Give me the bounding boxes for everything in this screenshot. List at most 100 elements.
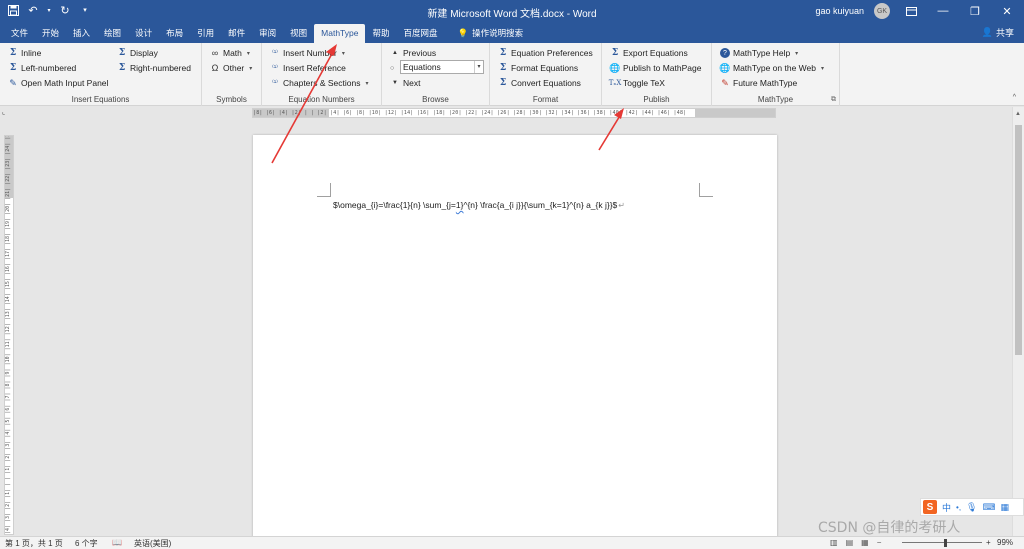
insert-reference-button[interactable]: ⁽¹⁾ Insert Reference [270,61,346,75]
read-mode-icon[interactable]: ▥ [830,538,838,547]
preferences-icon: Σ [499,48,507,58]
watermark: CSDN @自律的考研人 [818,520,961,536]
tab-selector-icon[interactable]: ⌞ [2,108,12,118]
group-label: Equation Numbers [288,95,355,104]
user-name[interactable]: gao kuiyuan [815,6,864,16]
group-publish: Σ Export Equations 🌐 Publish to MathPage T… [602,43,712,106]
collapse-ribbon-icon[interactable]: ^ [1013,94,1016,101]
print-layout-icon[interactable]: ▤ [846,538,854,547]
title-bar: ↶ ▾ ↻ ▾ 新建 Microsoft Word 文档.docx - Word… [0,0,1024,22]
group-equation-numbers: ⁽¹⁾ Insert Number ▾ ⁽¹⁾ Insert Reference ⁽¹… [262,43,382,106]
share-button[interactable]: 👤 共享 [982,26,1014,39]
group-label: Publish [643,95,670,104]
word-count[interactable]: 6 个字 [75,538,98,549]
restore-icon[interactable]: ❐ [964,2,986,20]
equation-preferences-button[interactable]: Σ Equation Preferences [498,46,593,60]
mathtype-on-web-button[interactable]: 🌐 MathType on the Web ▾ [719,61,824,75]
format-equations-button[interactable]: Σ Format Equations [498,61,578,75]
reference-icon: ⁽¹⁾ [272,65,278,72]
dialog-launcher-icon[interactable]: ⧉ [831,96,836,104]
vertical-ruler[interactable]: |4| |3| |2| |1| | | |1| |2| |3| |4| |5| … [4,135,14,535]
convert-equations-button[interactable]: Σ Convert Equations [498,76,581,90]
ribbon-display-options-icon[interactable] [900,2,922,20]
scrollbar-thumb[interactable] [1015,125,1022,355]
tab-3[interactable]: 绘图 [97,24,128,43]
group-mathtype: ? MathType Help ▾ 🌐 MathType on the Web ▾ ✎ F… [712,43,840,106]
group-label: Browse [422,95,449,104]
tab-10[interactable]: MathType [314,24,366,43]
keyboard-icon[interactable]: ⌨ [982,502,995,513]
tab-5[interactable]: 布局 [159,24,190,43]
ime-toolbar[interactable]: S 中 •, 🎙 ⌨ ▦ [920,498,1024,516]
tab-0[interactable]: 文件 [4,24,35,43]
group-insert-equations: Σ Inline Σ Left-numbered ✎ Open Math Input … [0,43,202,106]
proofing-icon[interactable]: 📖 [112,538,122,547]
previous-button[interactable]: ▲ Previous [390,46,436,60]
chapters-sections-button[interactable]: ⁽¹⁾ Chapters & Sections ▾ [270,76,368,90]
tab-9[interactable]: 视图 [283,24,314,43]
export-icon: Σ [611,48,619,58]
zoom-out-icon[interactable]: − [877,538,882,547]
web-layout-icon[interactable]: ▦ [861,538,869,547]
left-numbered-button[interactable]: Σ Left-numbered [8,61,76,75]
toggle-tex-button[interactable]: TₓX Toggle TeX [609,76,665,90]
zoom-in-icon[interactable]: + [986,538,991,547]
math-symbols-button[interactable]: ∞ Math ▾ [210,46,250,60]
close-icon[interactable]: ✕ [996,2,1018,20]
down-arrow-icon: ▼ [392,80,398,86]
other-symbols-button[interactable]: Ω Other ▾ [210,61,253,75]
zoom-slider-knob[interactable] [944,539,947,547]
tab-4[interactable]: 设计 [128,24,159,43]
paragraph-mark-icon: ↵ [618,201,625,210]
future-icon: ✎ [721,77,729,88]
inline-button[interactable]: Σ Inline [8,46,42,60]
tab-2[interactable]: 插入 [66,24,97,43]
microphone-icon[interactable]: 🎙 [966,502,977,513]
tab-7[interactable]: 邮件 [221,24,252,43]
punctuation-icon[interactable]: •, [956,503,961,512]
export-equations-button[interactable]: Σ Export Equations [610,46,688,60]
display-button[interactable]: Σ Display [117,46,158,60]
document-body-text[interactable]: $\omega_{i}=\frac{1}{n} \sum_{j=1}^{n} \… [333,200,625,210]
help-icon: ? [720,48,730,58]
tab-11[interactable]: 帮助 [365,24,396,43]
zoom-level[interactable]: 99% [997,538,1013,547]
status-bar: 第 1 页，共 1 页 6 个字 📖 英语(美国) ▥ ▤ ▦ − + 99% [0,536,1024,549]
group-symbols: ∞ Math ▾ Ω Other ▾ Symbols [202,43,262,106]
vertical-scrollbar[interactable]: ▲ [1012,107,1024,536]
tell-me-search[interactable]: 💡 操作说明搜索 [451,24,531,43]
scroll-up-icon[interactable]: ▲ [1015,111,1021,117]
page-count[interactable]: 第 1 页，共 1 页 [5,538,63,549]
margin-corner-mark [699,183,713,197]
publish-mathpage-button[interactable]: 🌐 Publish to MathPage [609,61,701,75]
minimize-icon[interactable]: — [932,2,954,20]
document-page[interactable]: $\omega_{i}=\frac{1}{n} \sum_{j=1}^{n} \… [253,135,777,539]
group-browse: ▲ Previous ▼ Next Browse [382,43,490,106]
tab-8[interactable]: 审阅 [252,24,283,43]
insert-number-button[interactable]: ⁽¹⁾ Insert Number ▾ [270,46,345,60]
tab-12[interactable]: 百度网盘 [397,24,445,43]
avatar[interactable]: GK [874,3,890,19]
chevron-down-icon[interactable]: ▾ [474,61,483,73]
next-button[interactable]: ▼ Next [390,76,420,90]
horizontal-ruler[interactable]: |8| |6| |4| |2| | | |2| |4| |6| |8| |10|… [252,108,776,118]
pen-icon: ✎ [9,77,17,88]
margin-corner-mark [317,183,331,197]
language-status[interactable]: 英语(美国) [134,538,171,549]
tab-6[interactable]: 引用 [190,24,221,43]
mathtype-help-button[interactable]: ? MathType Help ▾ [720,46,798,60]
up-arrow-icon: ▲ [392,50,398,56]
ribbon: Σ Inline Σ Left-numbered ✎ Open Math Input … [0,43,1024,106]
ime-language[interactable]: 中 [942,501,951,514]
zoom-slider[interactable] [902,542,982,543]
browse-combobox[interactable]: Equations ▾ [400,60,484,74]
tab-1[interactable]: 开始 [35,24,66,43]
sigma-icon: Σ [9,63,17,73]
grid-icon[interactable]: ▦ [1000,502,1009,513]
person-icon: 👤 [981,27,993,37]
future-mathtype-button[interactable]: ✎ Future MathType [720,76,797,90]
open-math-input-panel-button[interactable]: ✎ Open Math Input Panel [8,76,108,90]
right-numbered-button[interactable]: Σ Right-numbered [117,61,191,75]
sogou-logo-icon: S [923,500,937,514]
group-label: Symbols [216,95,247,104]
